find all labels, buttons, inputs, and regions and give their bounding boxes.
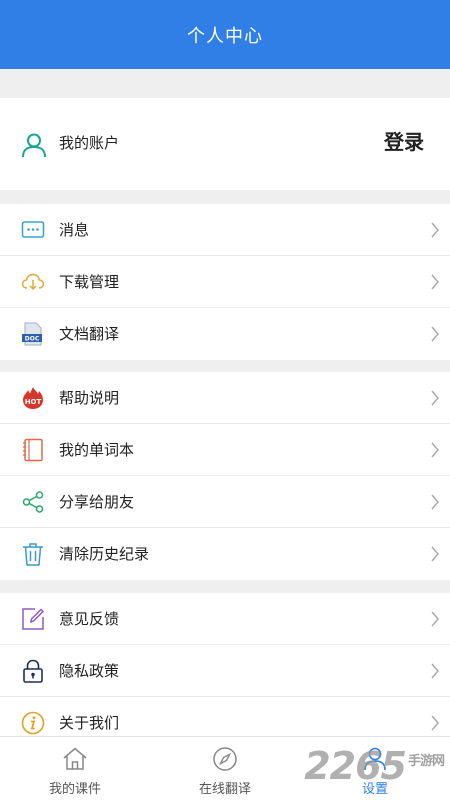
account-row[interactable]: 我的账户 登录 xyxy=(0,98,450,190)
tab-online-translate[interactable]: 在线翻译 xyxy=(150,737,300,800)
feedback-edit-icon xyxy=(22,608,45,630)
menu-item-wordbook[interactable]: 我的单词本 xyxy=(0,424,450,476)
watermark-subtext: 手游网 xyxy=(407,754,445,769)
menu-item-label: 我的单词本 xyxy=(59,441,135,459)
menu-item-label: 消息 xyxy=(59,221,90,239)
tab-my-courseware[interactable]: 我的课件 xyxy=(0,737,150,800)
chevron-right-icon xyxy=(431,326,439,342)
menu-item-messages[interactable]: 消息 xyxy=(0,204,450,256)
chevron-right-icon xyxy=(431,546,439,562)
user-icon xyxy=(22,133,46,158)
chevron-right-icon xyxy=(431,222,439,238)
chevron-right-icon xyxy=(431,390,439,406)
app-header: 个人中心 xyxy=(0,0,450,69)
menu-item-label: 隐私政策 xyxy=(59,662,120,680)
menu-item-help[interactable]: HOT 帮助说明 xyxy=(0,372,450,424)
menu-item-share[interactable]: 分享给朋友 xyxy=(0,476,450,528)
tab-label: 在线翻译 xyxy=(198,782,251,797)
info-icon xyxy=(21,711,45,735)
menu-item-privacy[interactable]: 隐私政策 xyxy=(0,645,450,697)
menu-item-label: 下载管理 xyxy=(59,273,120,291)
cloud-download-icon xyxy=(21,273,45,291)
message-icon xyxy=(21,221,45,238)
watermark-logo: 2265 手游网 xyxy=(304,744,445,788)
chevron-right-icon xyxy=(431,494,439,510)
menu-group-tools: HOT 帮助说明 我的单词本 分享给朋友 清除历史纪录 xyxy=(0,372,450,580)
menu-item-label: 文档翻译 xyxy=(59,325,120,343)
menu-item-label: 帮助说明 xyxy=(59,389,120,407)
svg-text:HOT: HOT xyxy=(25,398,42,406)
svg-text:DOC: DOC xyxy=(25,336,40,343)
chevron-right-icon xyxy=(431,663,439,679)
tab-label: 我的课件 xyxy=(48,782,101,797)
menu-item-downloads[interactable]: 下载管理 xyxy=(0,256,450,308)
chevron-right-icon xyxy=(431,715,439,731)
home-icon xyxy=(63,747,87,770)
share-icon xyxy=(22,491,44,513)
chevron-right-icon xyxy=(431,274,439,290)
menu-item-clear-history[interactable]: 清除历史纪录 xyxy=(0,528,450,580)
chevron-right-icon xyxy=(431,611,439,627)
menu-item-label: 意见反馈 xyxy=(59,610,120,628)
menu-item-label: 分享给朋友 xyxy=(59,493,135,511)
page-title: 个人中心 xyxy=(187,25,263,47)
notebook-icon xyxy=(23,438,43,462)
menu-item-label: 清除历史纪录 xyxy=(59,545,150,563)
menu-item-doc-translate[interactable]: DOC 文档翻译 xyxy=(0,308,450,360)
menu-item-feedback[interactable]: 意见反馈 xyxy=(0,593,450,645)
watermark-text: 2265 xyxy=(304,744,407,788)
chevron-right-icon xyxy=(431,442,439,458)
menu-group-about: 意见反馈 隐私政策 关于我们 xyxy=(0,593,450,749)
login-button[interactable]: 登录 xyxy=(384,128,424,156)
hot-icon: HOT xyxy=(23,387,43,409)
doc-file-icon: DOC xyxy=(22,322,42,346)
account-label: 我的账户 xyxy=(59,134,120,152)
lock-icon xyxy=(23,659,43,683)
menu-group-general: 消息 下载管理 DOC 文档翻译 xyxy=(0,204,450,360)
menu-item-label: 关于我们 xyxy=(59,714,120,732)
compass-icon xyxy=(213,747,237,771)
trash-icon xyxy=(23,543,43,566)
